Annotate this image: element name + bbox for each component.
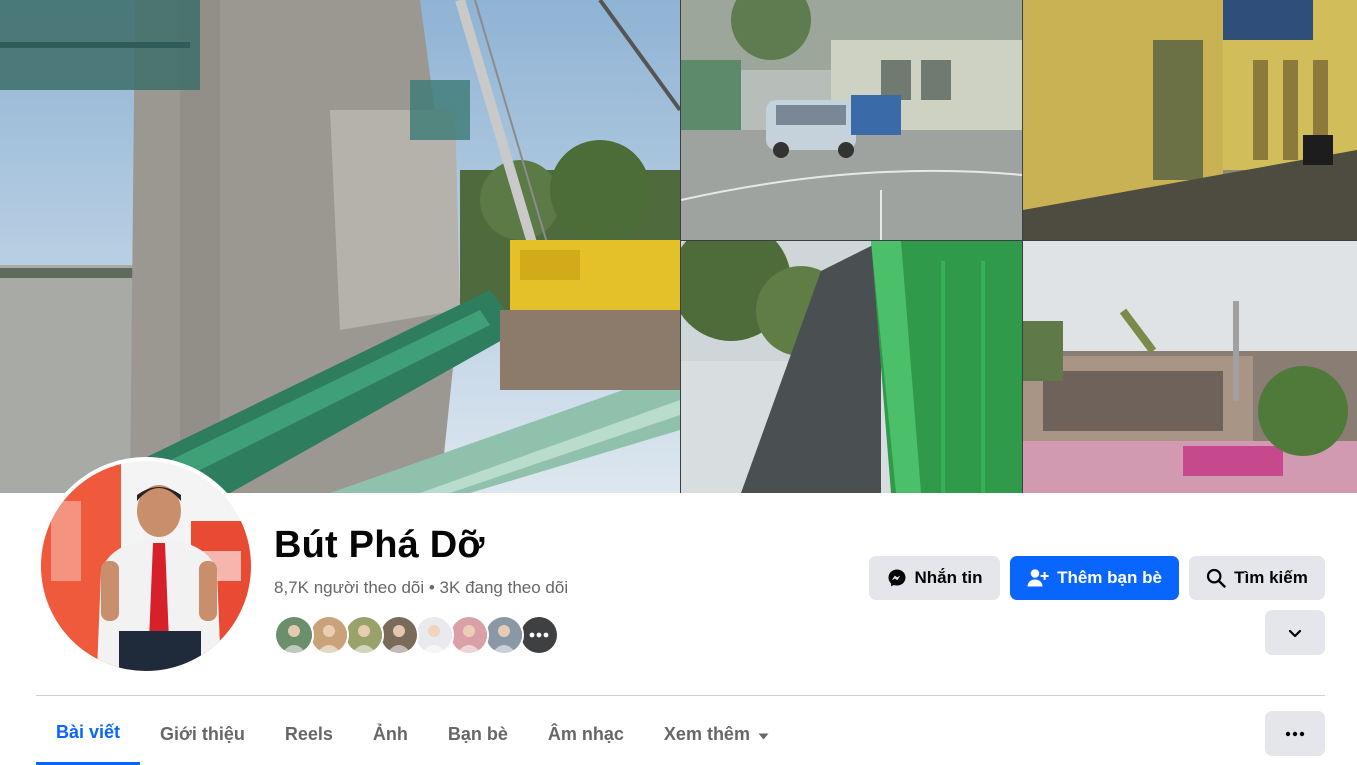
caret-down-icon: [758, 724, 769, 745]
tab-5[interactable]: Âm nhạc: [528, 703, 644, 765]
cover-image-street: [681, 0, 1022, 240]
cover-image-yellow-building: [1023, 0, 1357, 240]
friend-photo: [276, 617, 312, 653]
friend-avatar[interactable]: [274, 615, 314, 655]
search-button-label: Tìm kiếm: [1234, 568, 1308, 587]
tab-label: Bạn bè: [447, 723, 508, 744]
cover-image-bridge: [0, 0, 680, 493]
tab-0[interactable]: Bài viết: [36, 703, 141, 765]
friend-avatar[interactable]: [484, 615, 524, 655]
friend-photo: [416, 617, 452, 653]
tab-label: Reels: [284, 723, 333, 744]
tab-label: Bài viết: [56, 722, 121, 742]
message-button[interactable]: Nhắn tin: [869, 556, 1000, 600]
friends-more-button[interactable]: [519, 615, 559, 655]
mutual-friends-row: [274, 615, 559, 655]
follow-stats: 8,7K người theo dõi • 3K đang theo dõi: [274, 578, 568, 598]
add-friend-icon: [1027, 569, 1049, 587]
more-dots-icon: [1285, 731, 1305, 736]
profile-options-button[interactable]: [1265, 610, 1325, 655]
tab-6[interactable]: Xem thêm: [644, 703, 789, 765]
tab-1[interactable]: Giới thiệu: [140, 703, 265, 765]
profile-avatar[interactable]: [37, 457, 255, 675]
tab-label: Giới thiệu: [160, 723, 245, 744]
more-dots-icon: [521, 617, 557, 653]
friend-avatar[interactable]: [309, 615, 349, 655]
tab-3[interactable]: Ảnh: [353, 703, 428, 765]
tab-label: Ảnh: [372, 723, 408, 744]
tab-4[interactable]: Bạn bè: [428, 703, 528, 765]
tab-label: Xem thêm: [663, 723, 750, 744]
tab-label: Âm nhạc: [547, 723, 624, 744]
profile-picture: [41, 461, 251, 671]
messenger-icon: [888, 569, 905, 587]
chevron-down-icon: [1288, 629, 1302, 637]
add-friend-button-label: Thêm bạn bè: [1057, 568, 1162, 587]
tabs-more-options-button[interactable]: [1265, 711, 1325, 756]
add-friend-button[interactable]: Thêm bạn bè: [1010, 556, 1179, 600]
tab-2[interactable]: Reels: [265, 703, 353, 765]
friend-photo: [486, 617, 522, 653]
friend-avatar[interactable]: [379, 615, 419, 655]
profile-name: Bút Phá Dỡ: [274, 524, 485, 566]
friend-photo: [451, 617, 487, 653]
followers-count[interactable]: 8,7K người theo dõi: [274, 578, 424, 597]
friend-photo: [381, 617, 417, 653]
cover-photo[interactable]: [0, 0, 1357, 493]
friend-avatar[interactable]: [344, 615, 384, 655]
cover-image-demolition: [1023, 241, 1357, 493]
friend-avatar[interactable]: [414, 615, 454, 655]
following-count[interactable]: 3K đang theo dõi: [440, 578, 569, 597]
search-button[interactable]: Tìm kiếm: [1189, 556, 1325, 600]
friend-avatar[interactable]: [449, 615, 489, 655]
stats-separator: •: [424, 578, 440, 597]
friend-photo: [346, 617, 382, 653]
friend-photo: [311, 617, 347, 653]
profile-tabs: Bài viết Giới thiệu Reels Ảnh Bạn bè Âm nhạc X…: [36, 703, 789, 765]
cover-image-green-net: [681, 241, 1022, 493]
search-icon: [1207, 568, 1226, 588]
header-divider: [36, 695, 1325, 696]
message-button-label: Nhắn tin: [914, 568, 983, 587]
